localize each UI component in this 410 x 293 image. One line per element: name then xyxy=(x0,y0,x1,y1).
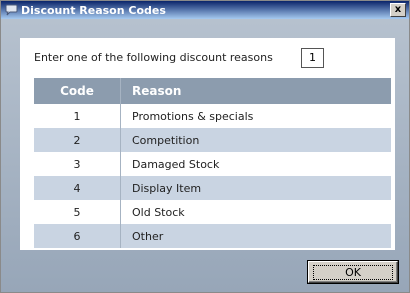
reason-cell: Other xyxy=(120,224,391,248)
dialog-window: Discount Reason Codes x Enter one of the… xyxy=(0,0,410,293)
code-cell: 6 xyxy=(34,224,121,248)
table-row[interactable]: 6 Other xyxy=(34,224,391,248)
table-row[interactable]: 3 Damaged Stock xyxy=(34,152,391,176)
prompt-label: Enter one of the following discount reas… xyxy=(34,51,273,64)
code-cell: 3 xyxy=(73,157,81,171)
code-cell: 5 xyxy=(73,205,81,219)
window-title: Discount Reason Codes xyxy=(21,3,166,17)
header-code: Code xyxy=(34,78,121,104)
table-header-row: Code Reason xyxy=(34,78,391,104)
reason-code-input[interactable]: 1 xyxy=(301,48,324,68)
title-bar[interactable]: Discount Reason Codes x xyxy=(1,1,409,19)
table-row[interactable]: 5 Old Stock xyxy=(34,200,391,224)
table-row[interactable]: 4 Display Item xyxy=(34,176,391,200)
table-row[interactable]: 2 Competition xyxy=(34,128,391,152)
reason-table: Code Reason 1 Promotions & specials 2 Co… xyxy=(34,78,391,248)
content-panel: Enter one of the following discount reas… xyxy=(20,38,395,250)
reason-cell: Display Item xyxy=(120,176,391,200)
code-cell: 2 xyxy=(34,128,121,152)
reason-cell: Competition xyxy=(120,128,391,152)
header-reason: Reason xyxy=(120,78,391,104)
ok-button[interactable]: OK xyxy=(308,261,398,283)
chat-bubble-icon xyxy=(4,3,18,17)
reason-cell: Damaged Stock xyxy=(120,152,391,176)
reason-cell: Old Stock xyxy=(120,200,391,224)
ok-button-label: OK xyxy=(313,264,393,280)
close-icon: x xyxy=(394,4,402,15)
reason-cell: Promotions & specials xyxy=(120,104,391,128)
close-button[interactable]: x xyxy=(390,3,406,17)
table-row[interactable]: 1 Promotions & specials xyxy=(34,104,391,128)
code-cell: 4 xyxy=(34,176,121,200)
code-cell: 1 xyxy=(73,109,81,123)
